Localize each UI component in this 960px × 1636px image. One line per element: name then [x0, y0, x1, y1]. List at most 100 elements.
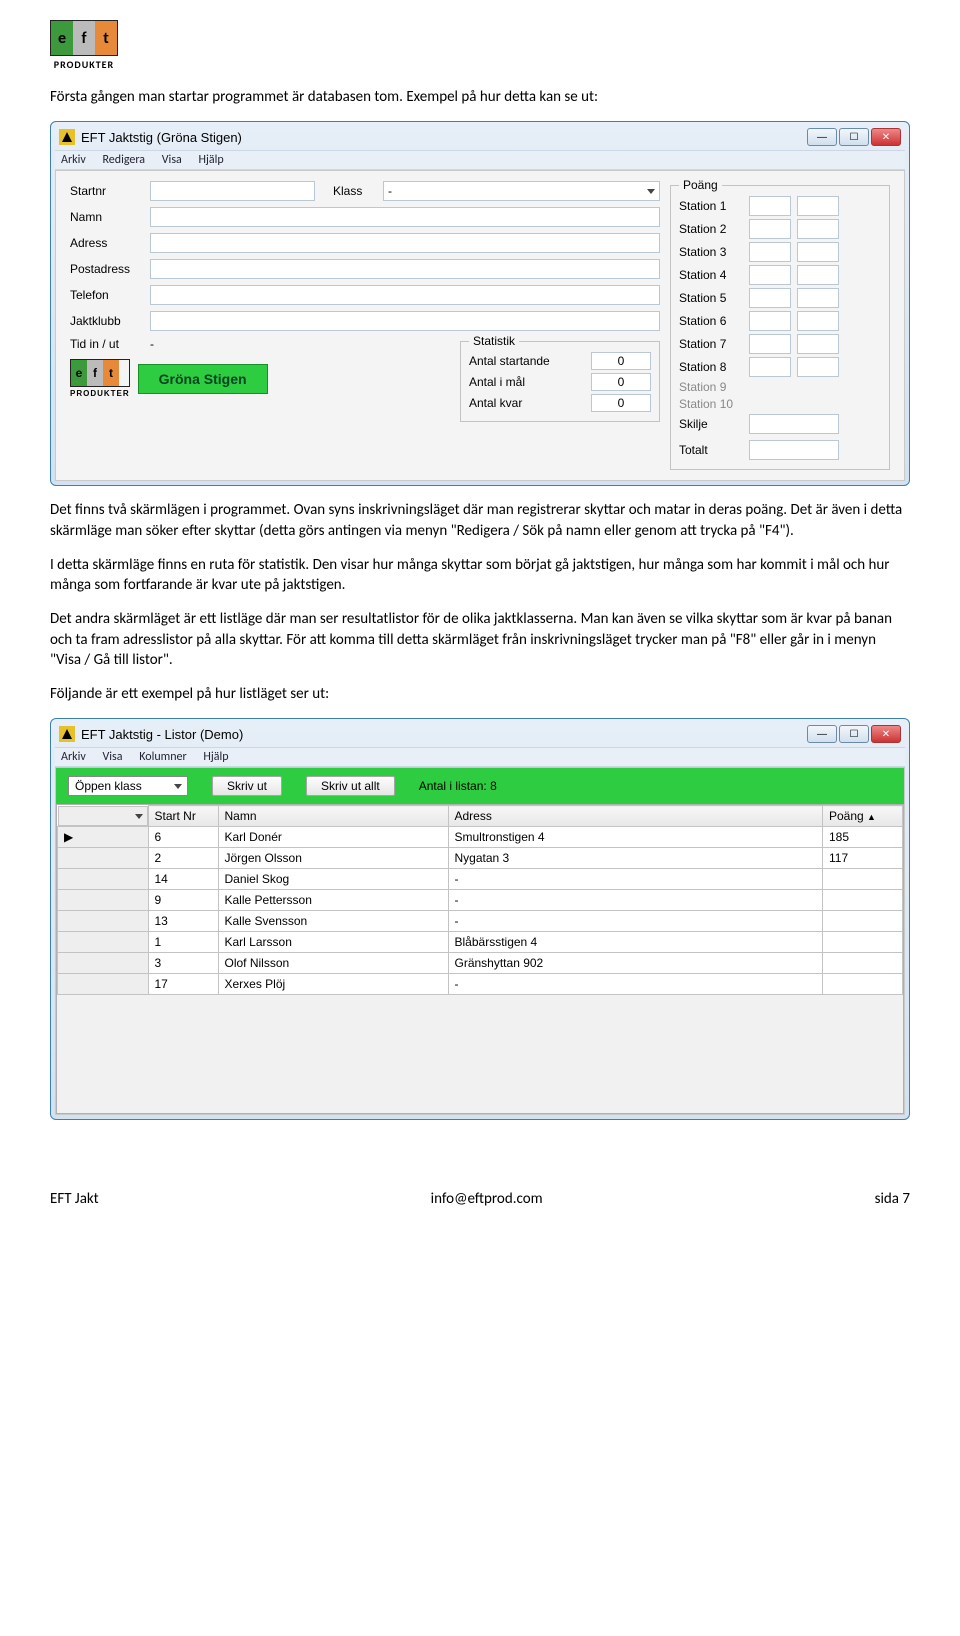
maximize-button-2[interactable]: ☐	[839, 725, 869, 743]
label-station-3: Station 3	[679, 245, 749, 259]
table-row[interactable]: 9Kalle Pettersson-	[58, 890, 903, 911]
row-selector[interactable]	[58, 869, 149, 890]
print-button[interactable]: Skriv ut	[212, 776, 282, 796]
row-selector[interactable]	[58, 932, 149, 953]
class-dropdown[interactable]: Öppen klass	[68, 776, 188, 796]
print-all-button[interactable]: Skriv ut allt	[306, 776, 395, 796]
cell-namn: Jörgen Olsson	[218, 848, 448, 869]
input-postadress[interactable]	[150, 259, 660, 279]
input-station-1b[interactable]	[797, 196, 839, 216]
input-skilje[interactable]	[749, 414, 839, 434]
cell-poang: 185	[823, 827, 903, 848]
label-tid: Tid in / ut	[70, 337, 150, 351]
cell-poang	[823, 974, 903, 995]
col-namn[interactable]: Namn	[218, 806, 448, 827]
logo-letter-f: f	[73, 21, 95, 55]
row-selector[interactable]	[58, 911, 149, 932]
window-title: EFT Jaktstig (Gröna Stigen)	[81, 130, 242, 145]
green-stigen-button[interactable]: Gröna Stigen	[138, 364, 268, 394]
input-adress[interactable]	[150, 233, 660, 253]
row-selector[interactable]	[58, 848, 149, 869]
input-station-6a[interactable]	[749, 311, 791, 331]
table-row[interactable]: 14Daniel Skog-	[58, 869, 903, 890]
input-startnr[interactable]	[150, 181, 315, 201]
page-footer: EFT Jakt info@eftprod.com sida 7	[50, 1190, 910, 1208]
row-selector[interactable]	[58, 953, 149, 974]
input-station-3a[interactable]	[749, 242, 791, 262]
input-station-7b[interactable]	[797, 334, 839, 354]
input-station-8a[interactable]	[749, 357, 791, 377]
row-selector[interactable]	[58, 974, 149, 995]
input-station-4b[interactable]	[797, 265, 839, 285]
input-totalt[interactable]	[749, 440, 839, 460]
input-station-8b[interactable]	[797, 357, 839, 377]
label-stat-startande: Antal startande	[469, 354, 591, 368]
input-station-2b[interactable]	[797, 219, 839, 239]
label-startnr: Startnr	[70, 184, 150, 198]
paragraph-2: Det finns två skärmlägen i programmet. O…	[50, 500, 910, 541]
brand-logo: e f t PRODUKTER	[50, 20, 118, 71]
table-row[interactable]: 1Karl LarssonBlåbärsstigen 4	[58, 932, 903, 953]
input-station-2a[interactable]	[749, 219, 791, 239]
value-stat-startande: 0	[591, 352, 651, 370]
cell-namn: Karl Donér	[218, 827, 448, 848]
label-station-8: Station 8	[679, 360, 749, 374]
menu-hjalp[interactable]: Hjälp	[198, 153, 223, 167]
paragraph-4: Det andra skärmläget är ett listläge där…	[50, 609, 910, 670]
footer-right: sida 7	[875, 1190, 910, 1208]
cell-poang	[823, 932, 903, 953]
minimize-button-2[interactable]: —	[807, 725, 837, 743]
row-selector[interactable]	[58, 890, 149, 911]
menu2-arkiv[interactable]: Arkiv	[61, 750, 86, 764]
label-station-4: Station 4	[679, 268, 749, 282]
close-button[interactable]: ✕	[871, 128, 901, 146]
row-selector[interactable]: ▶	[58, 827, 149, 848]
table-row[interactable]: 3Olof NilssonGränshyttan 902	[58, 953, 903, 974]
menu2-kolumner[interactable]: Kolumner	[139, 750, 186, 764]
input-namn[interactable]	[150, 207, 660, 227]
menu2-visa[interactable]: Visa	[102, 750, 122, 764]
label-station-2: Station 2	[679, 222, 749, 236]
minimize-button[interactable]: —	[807, 128, 837, 146]
input-telefon[interactable]	[150, 285, 660, 305]
table-row[interactable]: 2Jörgen OlssonNygatan 3117	[58, 848, 903, 869]
cell-startnr: 13	[148, 911, 218, 932]
value-stat-kvar: 0	[591, 394, 651, 412]
cell-adress: -	[448, 890, 823, 911]
input-station-7a[interactable]	[749, 334, 791, 354]
col-selector[interactable]	[58, 806, 148, 826]
menu-visa[interactable]: Visa	[162, 153, 182, 167]
label-klass: Klass	[333, 184, 383, 198]
input-station-6b[interactable]	[797, 311, 839, 331]
input-station-5a[interactable]	[749, 288, 791, 308]
col-startnr[interactable]: Start Nr	[148, 806, 218, 827]
value-stat-imal: 0	[591, 373, 651, 391]
table-row[interactable]: 17Xerxes Plöj-	[58, 974, 903, 995]
menu-redigera[interactable]: Redigera	[102, 153, 145, 167]
cell-startnr: 1	[148, 932, 218, 953]
table-row[interactable]: ▶6Karl DonérSmultronstigen 4185	[58, 827, 903, 848]
cell-startnr: 14	[148, 869, 218, 890]
label-namn: Namn	[70, 210, 150, 224]
input-station-4a[interactable]	[749, 265, 791, 285]
value-tid: -	[150, 337, 154, 351]
cell-poang	[823, 953, 903, 974]
select-klass[interactable]: -	[383, 181, 660, 201]
cell-startnr: 3	[148, 953, 218, 974]
input-station-5b[interactable]	[797, 288, 839, 308]
col-poang[interactable]: Poäng ▲	[823, 806, 903, 827]
label-station-10: Station 10	[679, 397, 749, 411]
input-station-3b[interactable]	[797, 242, 839, 262]
table-row[interactable]: 13Kalle Svensson-	[58, 911, 903, 932]
cell-namn: Olof Nilsson	[218, 953, 448, 974]
label-station-9: Station 9	[679, 380, 749, 394]
close-button-2[interactable]: ✕	[871, 725, 901, 743]
menu2-hjalp[interactable]: Hjälp	[203, 750, 228, 764]
window-title-2: EFT Jaktstig - Listor (Demo)	[81, 727, 243, 742]
col-adress[interactable]: Adress	[448, 806, 823, 827]
input-station-1a[interactable]	[749, 196, 791, 216]
input-jaktklubb[interactable]	[150, 311, 660, 331]
menu-arkiv[interactable]: Arkiv	[61, 153, 86, 167]
maximize-button[interactable]: ☐	[839, 128, 869, 146]
cell-namn: Karl Larsson	[218, 932, 448, 953]
